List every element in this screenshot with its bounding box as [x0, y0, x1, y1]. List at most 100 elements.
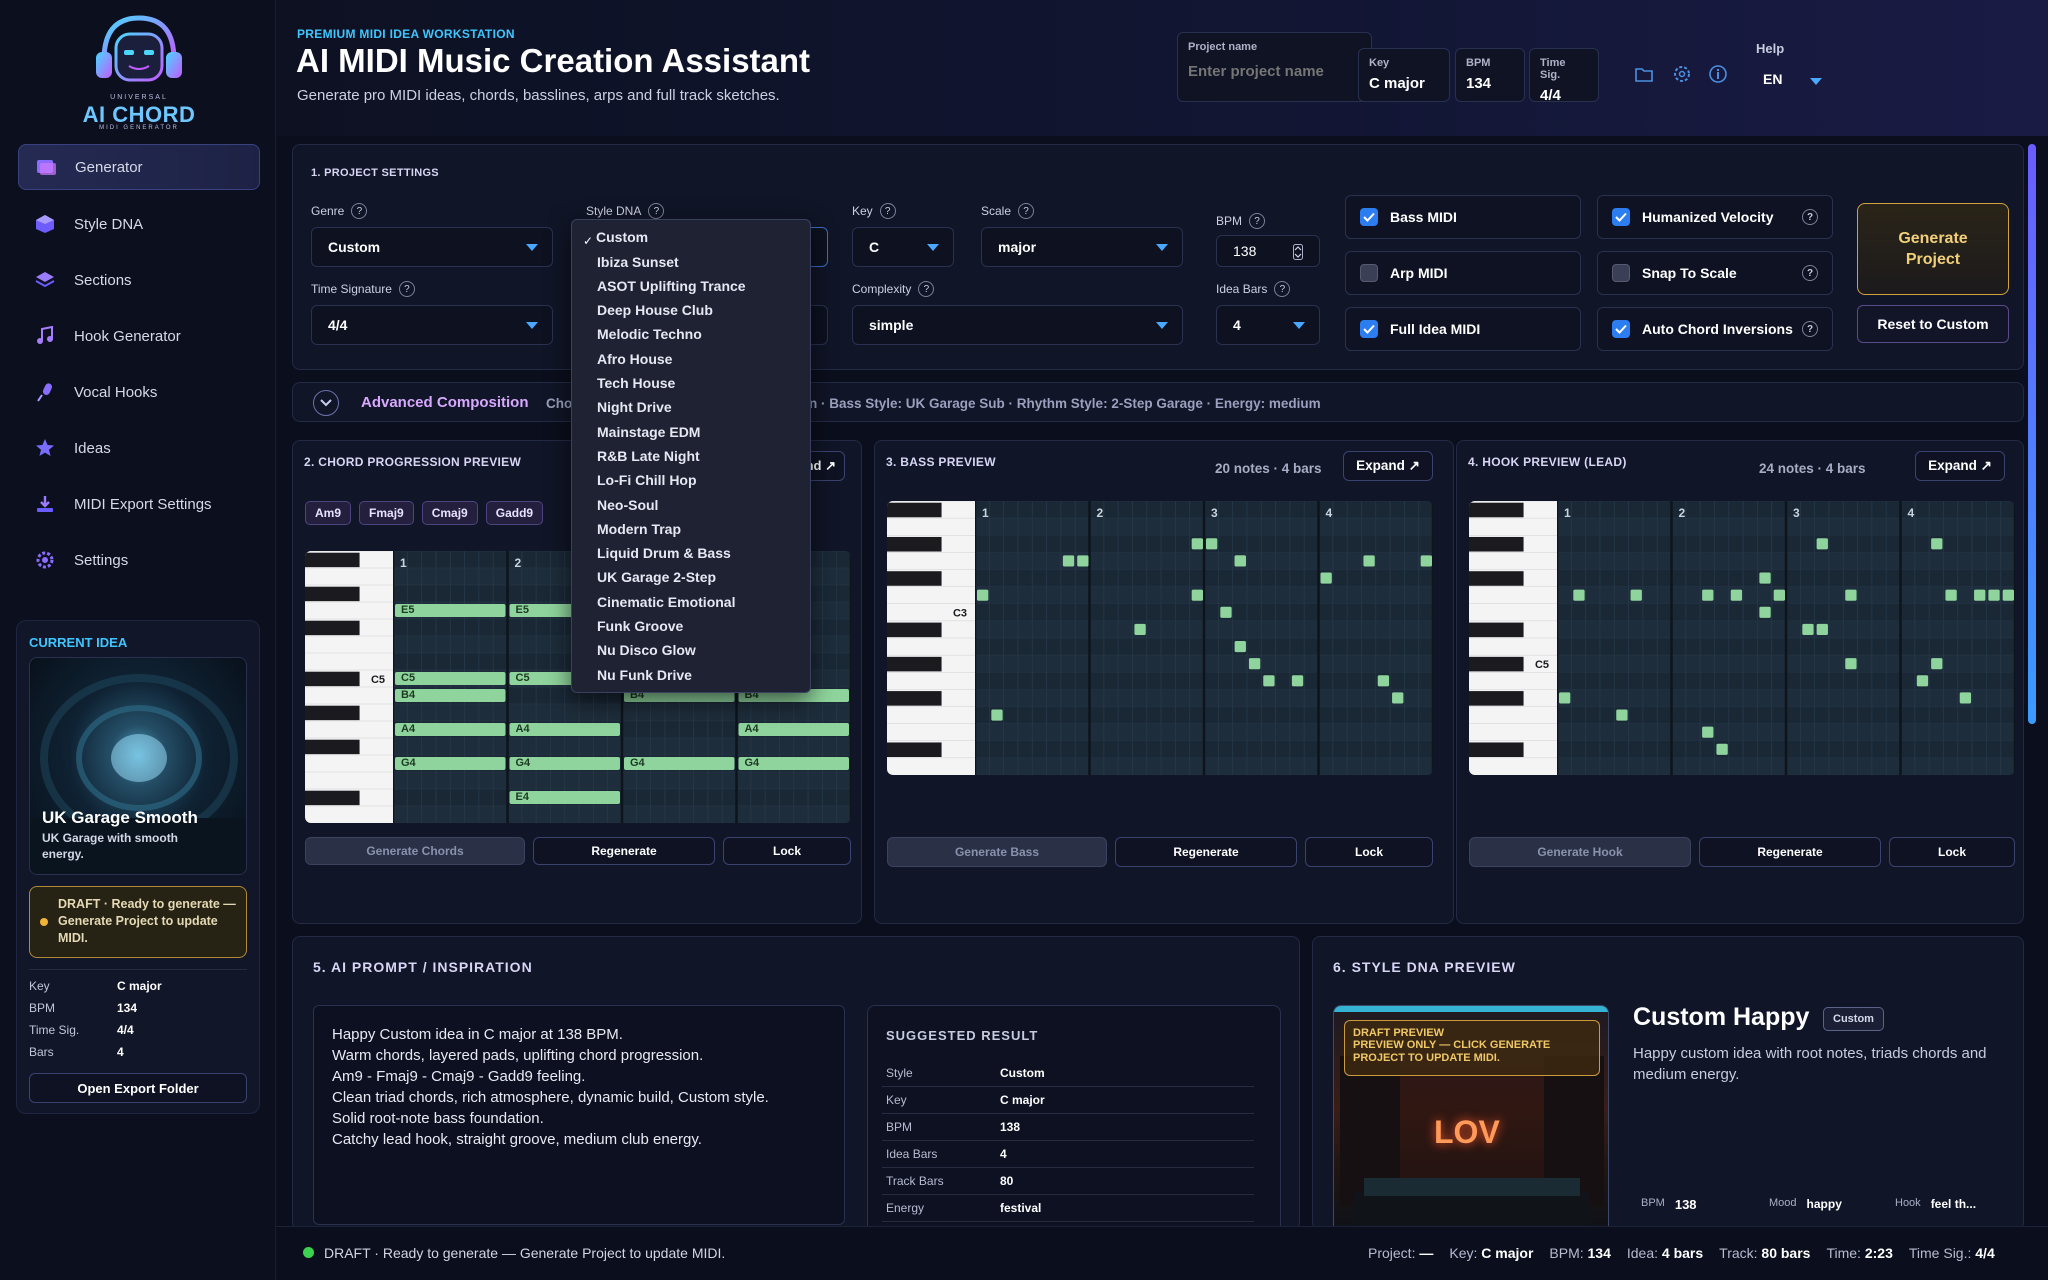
- help-icon[interactable]: ?: [398, 281, 415, 297]
- dropdown-option[interactable]: R&B Late Night: [597, 448, 700, 464]
- midi-note: [1559, 692, 1571, 704]
- scale-select[interactable]: major: [981, 227, 1183, 267]
- help-icon[interactable]: ?: [648, 203, 665, 219]
- key-select[interactable]: C: [852, 227, 954, 267]
- regenerate-bass-button[interactable]: Regenerate: [1115, 837, 1297, 867]
- sidebar-item-settings[interactable]: Settings: [18, 537, 260, 583]
- midi-note: [1916, 675, 1929, 687]
- dropdown-option[interactable]: Afro House: [597, 351, 672, 367]
- expand-circle-icon[interactable]: [313, 390, 339, 416]
- lock-chords-button[interactable]: Lock: [723, 837, 851, 865]
- bass-expand-button[interactable]: Expand ↗: [1343, 451, 1433, 481]
- project-name-input[interactable]: [1188, 63, 1358, 80]
- help-icon[interactable]: ?: [1018, 203, 1035, 219]
- generate-chords-button[interactable]: Generate Chords: [305, 837, 525, 865]
- help-icon[interactable]: ?: [918, 281, 935, 297]
- chord-chip[interactable]: Fmaj9: [359, 501, 414, 525]
- generate-bass-button[interactable]: Generate Bass: [887, 837, 1107, 867]
- settings-gear-icon[interactable]: [1672, 64, 1692, 84]
- help-icon[interactable]: ?: [1802, 321, 1818, 337]
- dropdown-option[interactable]: Cinematic Emotional: [597, 594, 735, 610]
- sidebar-item-style-dna[interactable]: Style DNA: [18, 201, 260, 247]
- current-idea-card: CURRENT IDEA UK Garage Smooth UK Garage …: [16, 620, 260, 1114]
- dropdown-option[interactable]: Ibiza Sunset: [597, 254, 679, 270]
- lock-hook-button[interactable]: Lock: [1889, 837, 2015, 867]
- idea-bars-select[interactable]: 4: [1216, 305, 1320, 345]
- reset-to-custom-button[interactable]: Reset to Custom: [1857, 305, 2009, 343]
- dropdown-option[interactable]: Night Drive: [597, 399, 672, 415]
- dropdown-option[interactable]: ASOT Uplifting Trance: [597, 278, 746, 294]
- lock-bass-button[interactable]: Lock: [1305, 837, 1433, 867]
- timesig-select[interactable]: 4/4: [311, 305, 553, 345]
- black-key: [887, 691, 942, 706]
- header-eyebrow: PREMIUM MIDI IDEA WORKSTATION: [297, 27, 515, 41]
- chord-chip[interactable]: Cmaj9: [421, 501, 478, 525]
- advanced-composition-bar[interactable]: Advanced Composition Cho n · Bass Style:…: [292, 382, 2024, 422]
- midi-note: [1134, 623, 1146, 635]
- help-icon[interactable]: ?: [1802, 265, 1818, 281]
- auto-chord-inversions-checkbox[interactable]: Auto Chord Inversions?: [1597, 307, 1833, 351]
- full-idea-midi-checkbox[interactable]: Full Idea MIDI: [1345, 307, 1581, 351]
- sidebar-item-midi-export-settings[interactable]: MIDI Export Settings: [18, 481, 260, 527]
- help-icon[interactable]: ?: [879, 203, 896, 219]
- bass-midi-checkbox[interactable]: Bass MIDI: [1345, 195, 1581, 239]
- note-label: C5: [516, 672, 530, 684]
- chord-chip[interactable]: Am9: [305, 501, 352, 525]
- folder-icon[interactable]: [1635, 66, 1653, 82]
- gear-icon: [34, 549, 56, 571]
- dropdown-option[interactable]: Liquid Drum & Bass: [597, 545, 731, 561]
- open-export-folder-button[interactable]: Open Export Folder: [29, 1073, 247, 1103]
- midi-note: [1206, 538, 1218, 550]
- dropdown-option[interactable]: Lo-Fi Chill Hop: [597, 472, 697, 488]
- generate-hook-button[interactable]: Generate Hook: [1469, 837, 1691, 867]
- complexity-select[interactable]: simple: [852, 305, 1183, 345]
- help-icon[interactable]: ?: [1249, 213, 1266, 229]
- dropdown-option[interactable]: Modern Trap: [597, 521, 681, 537]
- dropdown-option[interactable]: Nu Funk Drive: [597, 667, 692, 683]
- dropdown-option[interactable]: Nu Disco Glow: [597, 642, 696, 658]
- stepper-arrows-icon[interactable]: [1293, 244, 1303, 260]
- genre-select[interactable]: Custom: [311, 227, 553, 267]
- prompt-textarea[interactable]: Happy Custom idea in C major at 138 BPM.…: [313, 1005, 845, 1225]
- dropdown-option[interactable]: Neo-Soul: [597, 497, 658, 513]
- sidebar-item-generator[interactable]: Generator: [18, 144, 260, 190]
- hook-expand-button[interactable]: Expand ↗: [1915, 451, 2005, 481]
- chord-chip[interactable]: Gadd9: [485, 501, 544, 525]
- generate-project-button[interactable]: Generate Project: [1857, 203, 2009, 295]
- help-icon[interactable]: ?: [1274, 281, 1291, 297]
- sidebar-item-vocal-hooks[interactable]: Vocal Hooks: [18, 369, 260, 415]
- dropdown-option[interactable]: Custom: [596, 229, 648, 245]
- dropdown-option[interactable]: Funk Groove: [597, 618, 683, 634]
- dropdown-option[interactable]: Tech House: [597, 375, 675, 391]
- midi-note: [1377, 675, 1390, 687]
- dropdown-option[interactable]: Melodic Techno: [597, 326, 702, 342]
- dropdown-option[interactable]: Deep House Club: [597, 302, 713, 318]
- brand-logo[interactable]: UNIVERSAL AI CHORD MIDI GENERATOR: [74, 8, 204, 131]
- style-dna-dropdown[interactable]: ✓ Custom Ibiza Sunset ASOT Uplifting Tra…: [571, 219, 811, 693]
- project-name-box[interactable]: Project name: [1177, 32, 1372, 102]
- dropdown-option[interactable]: Mainstage EDM: [597, 424, 700, 440]
- header: PREMIUM MIDI IDEA WORKSTATION AI MIDI Mu…: [276, 0, 2048, 136]
- sidebar-item-hook-generator[interactable]: Hook Generator: [18, 313, 260, 359]
- help-icon[interactable]: ?: [351, 203, 368, 219]
- hook-piano-roll[interactable]: 1 2 3 4 C5: [1469, 501, 2015, 775]
- arp-midi-checkbox[interactable]: Arp MIDI: [1345, 251, 1581, 295]
- main-scrollbar[interactable]: [2028, 144, 2036, 724]
- midi-note: [1816, 538, 1828, 550]
- sidebar-item-sections[interactable]: Sections: [18, 257, 260, 303]
- humanized-velocity-checkbox[interactable]: Humanized Velocity?: [1597, 195, 1833, 239]
- dropdown-option[interactable]: UK Garage 2-Step: [597, 569, 716, 585]
- help-icon[interactable]: ?: [1802, 209, 1818, 225]
- prompt-panel-title: 5. AI PROMPT / INSPIRATION: [313, 959, 533, 975]
- note-label: G4: [745, 757, 761, 769]
- help-label[interactable]: Help: [1756, 41, 1784, 56]
- info-icon[interactable]: [1708, 64, 1728, 84]
- language-select[interactable]: EN: [1751, 68, 1841, 94]
- sidebar-item-ideas[interactable]: Ideas: [18, 425, 260, 471]
- regenerate-hook-button[interactable]: Regenerate: [1699, 837, 1881, 867]
- snap-to-scale-checkbox[interactable]: Snap To Scale?: [1597, 251, 1833, 295]
- bpm-stepper[interactable]: 138: [1216, 235, 1320, 267]
- bass-piano-roll[interactable]: 1 2 3 4 C3: [887, 501, 1433, 775]
- suggested-row-style: Style Custom: [882, 1060, 1254, 1087]
- regenerate-chords-button[interactable]: Regenerate: [533, 837, 715, 865]
